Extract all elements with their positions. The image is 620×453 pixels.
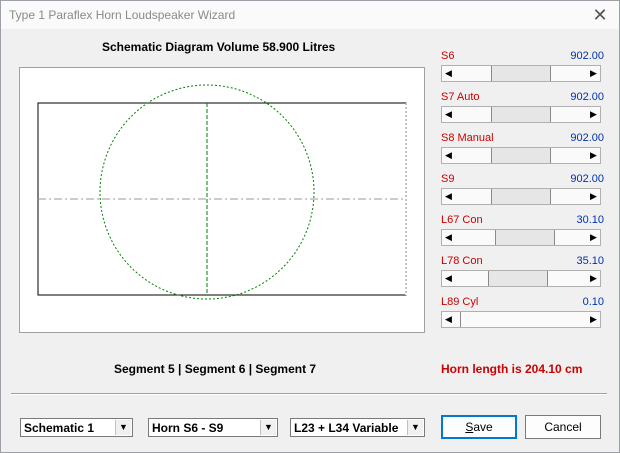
chevron-down-icon[interactable]: ▼: [260, 420, 276, 435]
param-row: L67 Con 30.10 ◀ ▶: [439, 214, 604, 248]
scroll-right-icon[interactable]: ▶: [587, 271, 600, 286]
slider-thumb[interactable]: [491, 148, 551, 163]
scroll-right-icon[interactable]: ▶: [587, 230, 600, 245]
param-value: 30.10: [576, 214, 604, 226]
schematic-combo-value: Schematic 1: [24, 421, 95, 435]
schematic-drawing: [37, 84, 407, 300]
diagram-title: Schematic Diagram Volume 58.900 Litres: [102, 40, 336, 54]
segment-label: Segment 5 | Segment 6 | Segment 7: [114, 362, 317, 376]
param-label: S6: [441, 50, 455, 62]
chevron-down-icon[interactable]: ▼: [115, 420, 131, 435]
scroll-left-icon[interactable]: ◀: [442, 148, 455, 163]
param-label: S9: [441, 173, 455, 185]
scroll-left-icon[interactable]: ◀: [442, 312, 455, 327]
slider-thumb[interactable]: [491, 66, 551, 81]
scroll-right-icon[interactable]: ▶: [587, 189, 600, 204]
param-slider[interactable]: ◀ ▶: [441, 65, 601, 82]
param-label: L89 Cyl: [441, 296, 479, 308]
window-title: Type 1 Paraflex Horn Loudspeaker Wizard: [9, 8, 236, 22]
param-row: L89 Cyl 0.10 ◀ ▶: [439, 296, 604, 330]
param-label: S7 Auto: [441, 91, 480, 103]
scroll-left-icon[interactable]: ◀: [442, 189, 455, 204]
slider-thumb[interactable]: [491, 189, 551, 204]
scroll-right-icon[interactable]: ▶: [587, 312, 600, 327]
param-row: S9 902.00 ◀ ▶: [439, 173, 604, 207]
param-value: 902.00: [570, 50, 604, 62]
close-icon[interactable]: ✕: [589, 5, 611, 25]
chevron-down-icon[interactable]: ▼: [407, 420, 423, 435]
scroll-left-icon[interactable]: ◀: [442, 107, 455, 122]
scroll-left-icon[interactable]: ◀: [442, 230, 455, 245]
length-combo-value: L23 + L34 Variable: [294, 421, 399, 435]
param-slider[interactable]: ◀ ▶: [441, 188, 601, 205]
scroll-left-icon[interactable]: ◀: [442, 66, 455, 81]
slider-thumb[interactable]: [491, 107, 551, 122]
schematic-combo[interactable]: Schematic 1 ▼: [20, 418, 133, 437]
slider-thumb[interactable]: [495, 230, 555, 245]
scroll-right-icon[interactable]: ▶: [587, 66, 600, 81]
param-value: 35.10: [576, 255, 604, 267]
scroll-left-icon[interactable]: ◀: [442, 271, 455, 286]
param-row: S7 Auto 902.00 ◀ ▶: [439, 91, 604, 125]
length-combo[interactable]: L23 + L34 Variable ▼: [290, 418, 425, 437]
param-value: 0.10: [582, 296, 604, 308]
horn-combo-value: Horn S6 - S9: [152, 421, 224, 435]
separator: [11, 393, 607, 395]
save-button[interactable]: Save: [441, 415, 517, 439]
schematic-diagram: [19, 67, 425, 333]
param-row: S6 902.00 ◀ ▶: [439, 50, 604, 84]
param-slider[interactable]: ◀ ▶: [441, 229, 601, 246]
scroll-right-icon[interactable]: ▶: [587, 107, 600, 122]
horn-combo[interactable]: Horn S6 - S9 ▼: [148, 418, 278, 437]
param-label: L78 Con: [441, 255, 483, 267]
param-value: 902.00: [570, 132, 604, 144]
param-value: 902.00: [570, 173, 604, 185]
wizard-window: Type 1 Paraflex Horn Loudspeaker Wizard …: [0, 0, 620, 453]
param-row: L78 Con 35.10 ◀ ▶: [439, 255, 604, 289]
param-label: S8 Manual: [441, 132, 494, 144]
title-bar: Type 1 Paraflex Horn Loudspeaker Wizard …: [1, 1, 619, 29]
param-slider[interactable]: ◀ ▶: [441, 270, 601, 287]
slider-thumb[interactable]: [455, 312, 461, 327]
param-slider[interactable]: ◀ ▶: [441, 106, 601, 123]
param-row: S8 Manual 902.00 ◀ ▶: [439, 132, 604, 166]
horn-length-label: Horn length is 204.10 cm: [441, 362, 583, 376]
scroll-right-icon[interactable]: ▶: [587, 148, 600, 163]
slider-thumb[interactable]: [488, 271, 548, 286]
param-slider[interactable]: ◀ ▶: [441, 147, 601, 164]
cancel-button[interactable]: Cancel: [525, 415, 601, 439]
param-slider[interactable]: ◀ ▶: [441, 311, 601, 328]
save-label: ave: [473, 420, 493, 434]
param-label: L67 Con: [441, 214, 483, 226]
param-value: 902.00: [570, 91, 604, 103]
